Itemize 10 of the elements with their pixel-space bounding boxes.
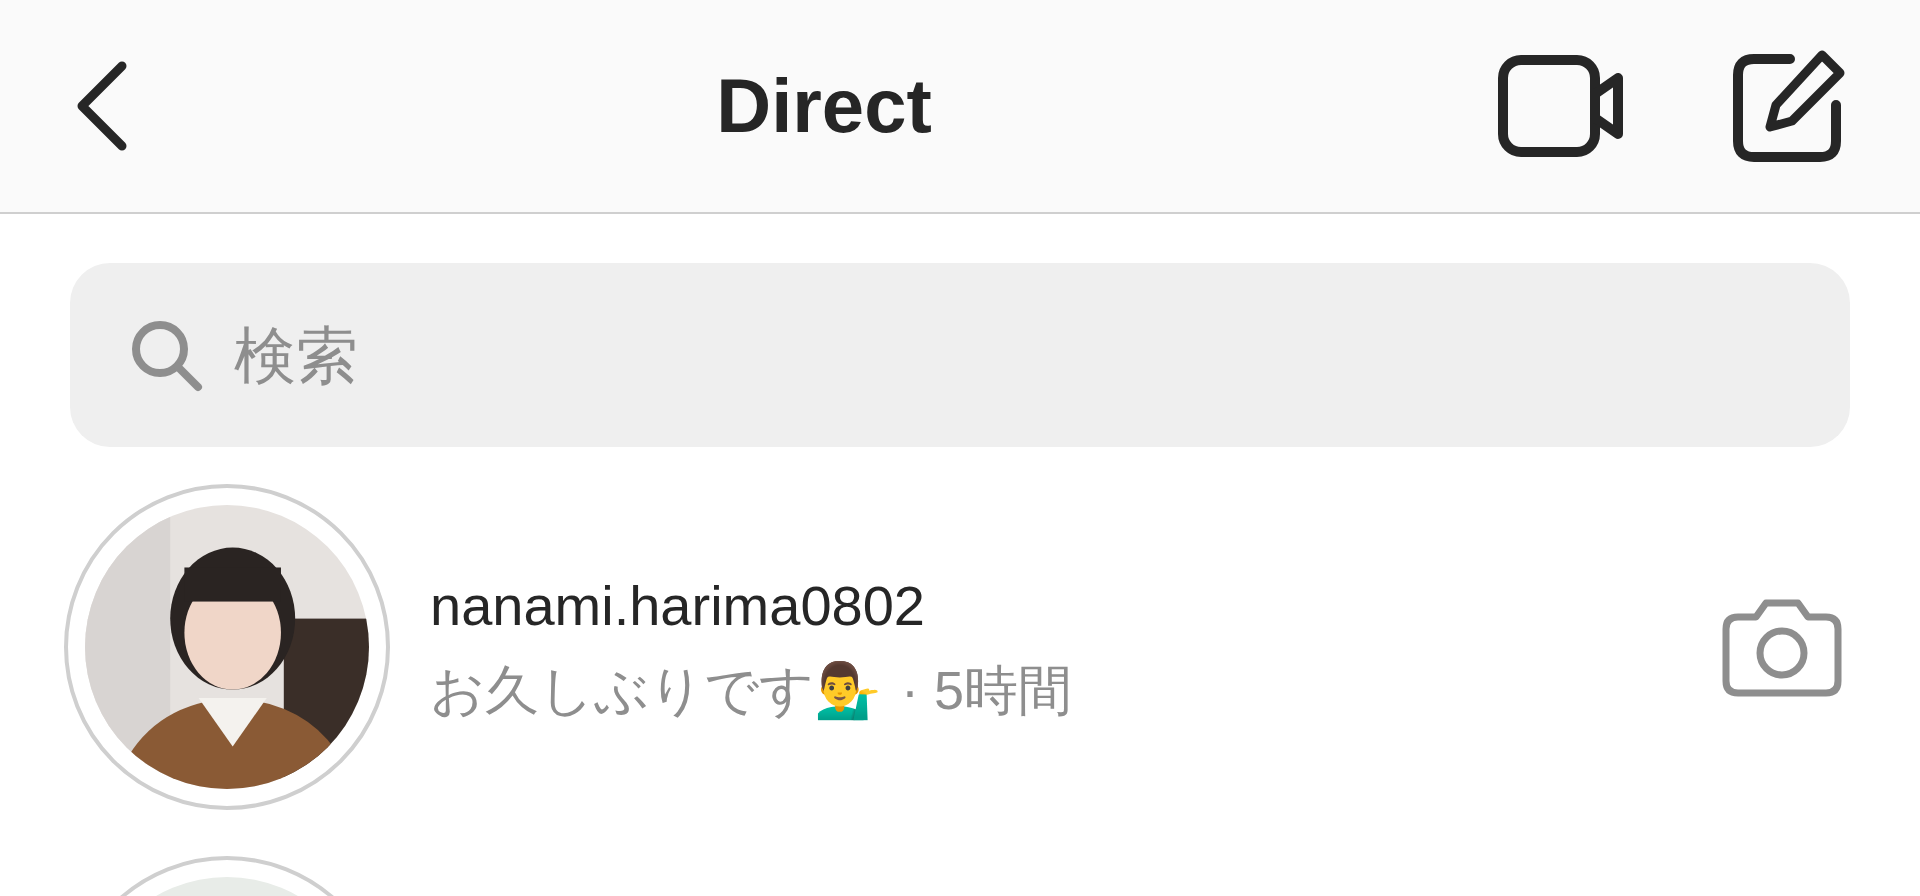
camera-icon [1720,597,1844,697]
message-time: · 5時間 [901,658,1073,722]
header-title: Direct [716,62,932,150]
last-message: お久しぶりです💁‍♂ [430,658,881,723]
video-call-button[interactable] [1498,54,1624,158]
camera-button[interactable] [1720,597,1844,697]
username: nanami.harima0802 [430,572,926,639]
conversation-row[interactable]: nanami.harima0802 お久しぶりです💁‍♂ · 5時間 [0,484,1920,810]
video-camera-icon [1498,54,1624,158]
search-field[interactable]: 検索 [70,263,1850,447]
